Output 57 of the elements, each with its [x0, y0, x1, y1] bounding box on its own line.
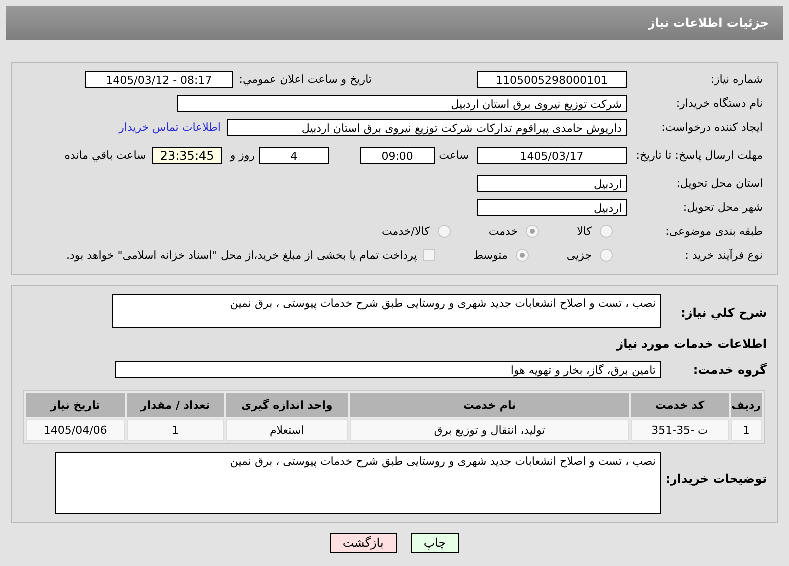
column-header: تعداد / مقدار [127, 393, 224, 417]
time-label: ساعت [439, 148, 469, 162]
creator-field: داریوش حامدی پیراقوم تدارکات شرکت توزیع نیروی برق استان اردبیل [227, 118, 627, 136]
remaining-label: ساعت باقي مانده [64, 148, 146, 162]
table-cell: استعلام [226, 419, 348, 441]
column-header: ردیف [730, 393, 762, 417]
table-cell: ت -35-351 [631, 419, 729, 441]
checkbox[interactable] [423, 249, 436, 261]
column-header: واحد اندازه گیری [226, 393, 348, 417]
announce-date-field: 1405/03/12 - 08:17 [85, 70, 234, 88]
print-button[interactable]: چاپ [410, 533, 460, 553]
days-field: 4 [259, 146, 330, 164]
table-cell: 1405/04/06 [26, 419, 126, 441]
column-header: نام خدمت [350, 393, 630, 417]
summary-textarea[interactable]: نصب ، تست و اصلاح انشعابات جدید شهری و روستایی طبق شرح خدمات پیوستی ، برق نمین [112, 294, 661, 328]
page-title: جزئیات اطلاعات نیاز [648, 16, 769, 30]
field-label: مهلت ارسال پاسخ: تا تاریخ: [635, 148, 764, 162]
checkbox-label: پرداخت تمام یا بخشی از مبلغ خرید،از محل "اسناد خزانه اسلامی" خواهد بود. [66, 248, 418, 262]
buyer-notes-textarea[interactable]: نصب ، تست و اصلاح انشعابات جدید شهری و روستایی طبق شرح خدمات پیوستی ، برق نمین [55, 452, 661, 514]
back-button[interactable]: بازگشت [330, 533, 397, 553]
province-field: اردبیل [477, 174, 627, 192]
deadline-time-field: 09:00 [360, 146, 436, 164]
radio-label: کالا [577, 224, 592, 238]
field-label: گروه خدمت: [692, 362, 767, 376]
column-header: کد خدمت [631, 393, 729, 417]
radio-label: جزیی [566, 248, 592, 262]
radio-label: خدمت [488, 224, 518, 238]
radio-button[interactable] [600, 224, 613, 238]
section-heading: اطلاعات خدمات مورد نیاز [615, 337, 767, 351]
city-field: اردبیل [477, 198, 627, 216]
radio-button[interactable] [438, 224, 451, 238]
radio-button[interactable] [600, 248, 613, 262]
field-label: تاریخ و ساعت اعلان عمومي: [239, 72, 372, 86]
field-label: ایجاد کننده درخواست: [660, 120, 764, 134]
radio-label: کالا/خدمت [382, 224, 430, 238]
field-label: توضیحات خریدار: [664, 471, 767, 486]
radio-label: متوسط [473, 248, 508, 262]
buyer-field: شرکت توزیع نیروی برق استان اردبیل [177, 94, 627, 112]
field-label: استان محل تحویل: [676, 176, 764, 190]
radio-button[interactable] [526, 224, 540, 238]
days-label: روز و [230, 148, 256, 162]
buyer-contact-link[interactable]: اطلاعات تماس خریدار [119, 120, 221, 134]
deadline-date-field: 1405/03/17 [477, 146, 627, 164]
column-header: تاریخ نیاز [26, 393, 126, 417]
table-cell: 1 [730, 419, 762, 441]
radio-button[interactable] [516, 248, 529, 262]
remaining-time-field: 23:35:45 [152, 146, 222, 164]
field-label: شرح کلي نیاز: [680, 305, 767, 320]
need-number-field: 1105005298000101 [477, 70, 627, 88]
field-label: نوع فرآیند خرید : [684, 248, 764, 262]
field-label: شماره نیاز: [710, 72, 764, 86]
field-label: طبقه بندی موضوعی: [664, 224, 764, 238]
field-label: نام دستگاه خریدار: [675, 96, 764, 110]
service-group-field: تامین برق، گاز، بخار و تهویه هوا [115, 361, 661, 378]
table-cell: 1 [127, 419, 224, 441]
table-cell: تولید، انتقال و توزیع برق [350, 419, 630, 441]
field-label: شهر محل تحویل: [682, 200, 764, 214]
